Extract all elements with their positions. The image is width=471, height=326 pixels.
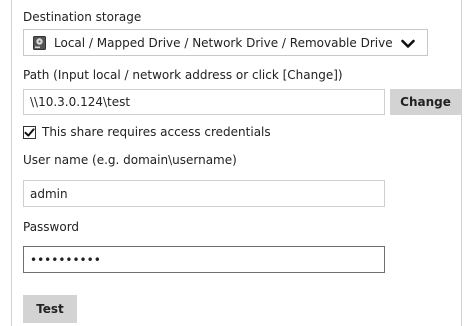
test-button[interactable]: Test [23,295,77,323]
destination-storage-label: Destination storage [23,10,142,24]
hard-drive-icon [33,35,46,50]
check-icon [24,127,35,137]
change-button[interactable]: Change [390,89,461,115]
password-label: Password [23,220,80,234]
credentials-checkbox-label: This share requires access credentials [42,125,271,139]
path-label: Path (Input local / network address or c… [23,68,343,82]
chevron-down-icon[interactable] [401,38,415,48]
password-input[interactable]: •••••••••• [23,246,385,273]
password-masked-value: •••••••••• [30,252,101,267]
username-input[interactable]: admin [23,180,385,207]
destination-storage-select[interactable]: Local / Mapped Drive / Network Drive / R… [23,29,428,56]
destination-storage-value: Local / Mapped Drive / Network Drive / R… [54,35,393,50]
credentials-checkbox-row[interactable]: This share requires access credentials [23,125,271,139]
username-label: User name (e.g. domain\username) [23,153,237,167]
credentials-checkbox[interactable] [23,125,36,139]
path-input[interactable]: \\10.3.0.124\test [23,89,385,115]
